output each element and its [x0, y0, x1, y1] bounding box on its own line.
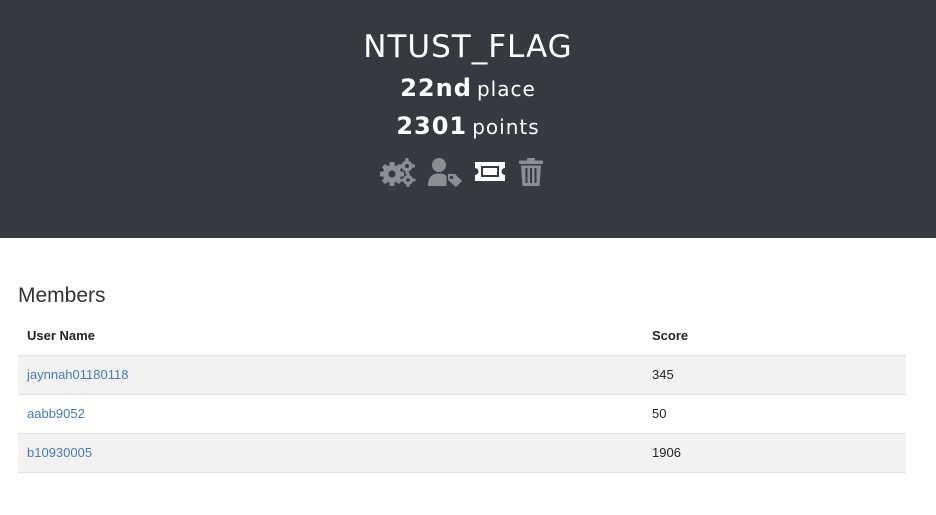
member-link[interactable]: b10930005	[27, 445, 92, 460]
score-cell: 50	[643, 393, 906, 433]
team-header: NTUST_FLAG 22nd place 2301 points	[0, 0, 936, 238]
score-cell: 345	[643, 354, 906, 394]
score-cell: 1906	[643, 432, 906, 473]
place-label: place	[476, 77, 536, 101]
team-name: NTUST_FLAG	[363, 29, 573, 65]
team-points: 2301 points	[0, 110, 936, 145]
members-table: User Name Score jaynnah01180118 345 aabb…	[18, 316, 906, 473]
table-row: aabb9052 50	[18, 393, 906, 433]
user-cell: jaynnah01180118	[18, 354, 643, 394]
table-header-row: User Name Score	[18, 316, 906, 356]
member-link[interactable]: aabb9052	[27, 406, 85, 421]
column-header-score: Score	[643, 316, 906, 356]
table-row: b10930005 1906	[18, 432, 906, 473]
points-value: 2301	[396, 112, 468, 140]
user-cell: b10930005	[18, 432, 643, 473]
members-heading: Members	[18, 284, 106, 307]
user-tag-icon[interactable]	[427, 157, 463, 187]
column-header-user-name: User Name	[18, 316, 643, 356]
table-row: jaynnah01180118 345	[18, 354, 906, 394]
team-action-icons	[380, 157, 550, 189]
ticket-icon[interactable]	[474, 157, 506, 187]
user-cell: aabb9052	[18, 393, 643, 433]
place-value: 22nd	[400, 74, 472, 102]
trash-icon[interactable]	[518, 157, 544, 187]
team-place: 22nd place	[0, 72, 936, 107]
member-link[interactable]: jaynnah01180118	[27, 367, 128, 382]
points-label: points	[472, 115, 540, 139]
settings-gears-icon[interactable]	[380, 157, 416, 187]
